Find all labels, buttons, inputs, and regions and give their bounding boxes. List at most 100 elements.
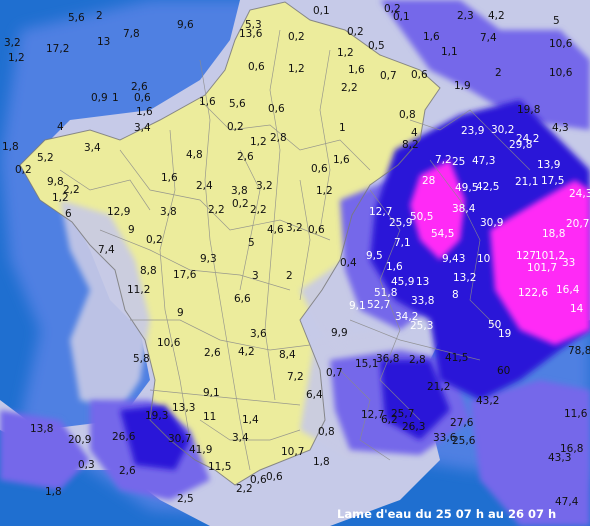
rain-value: 15,1 xyxy=(355,358,378,370)
rain-value: 9,43 xyxy=(442,253,465,265)
rain-value: 14 xyxy=(570,303,584,315)
rain-value: 1,6 xyxy=(423,31,440,43)
rain-value: 8,2 xyxy=(402,139,419,151)
rain-value: 7,8 xyxy=(123,28,140,40)
rain-value: 0,9 xyxy=(91,92,108,104)
rain-value: 43,2 xyxy=(476,395,499,407)
rain-value: 0,6 xyxy=(311,163,328,175)
rain-value: 17,5 xyxy=(541,175,564,187)
rain-value: 25 xyxy=(452,156,465,168)
rain-value: 11 xyxy=(203,411,216,423)
rain-value: 27,6 xyxy=(450,417,474,429)
rain-value: 21,2 xyxy=(427,381,450,393)
rain-value: 8 xyxy=(452,289,459,301)
rain-value: 9 xyxy=(128,224,135,236)
rain-value: 17,6 xyxy=(173,269,197,281)
rain-value: 28 xyxy=(422,175,435,187)
rain-value: 0,7 xyxy=(326,367,343,379)
rain-value: 3,6 xyxy=(250,328,267,340)
rain-value: 1,8 xyxy=(45,486,62,498)
rain-value: 0,1 xyxy=(393,11,410,23)
rain-value: 47,3 xyxy=(472,155,495,167)
rain-value: 0,8 xyxy=(318,426,335,438)
rain-value: 10,7 xyxy=(281,446,304,458)
rain-value: 12,7 xyxy=(361,409,384,421)
rain-value: 19,8 xyxy=(517,104,540,116)
rain-value: 2,6 xyxy=(204,347,221,359)
rain-value: 30,2 xyxy=(491,124,514,136)
rain-value: 0,6 xyxy=(266,471,283,483)
rain-value: 20,9 xyxy=(68,434,91,446)
rain-value: 51,8 xyxy=(374,287,397,299)
rain-value: 47,4 xyxy=(555,496,579,508)
rain-value: 1,2 xyxy=(8,52,25,64)
rain-value: 4,2 xyxy=(238,346,255,358)
rain-value: 9,6 xyxy=(177,19,194,31)
rain-value: 3,4 xyxy=(232,432,249,444)
rain-value: 38,4 xyxy=(452,203,476,215)
rain-value: 0,2 xyxy=(232,198,249,210)
rain-value: 11,2 xyxy=(127,284,150,296)
rain-value: 7,4 xyxy=(98,244,115,256)
rain-value: 0,4 xyxy=(340,257,357,269)
rain-value: 10,6 xyxy=(549,38,573,50)
rain-value: 0,6 xyxy=(308,224,325,236)
rain-value: 9 xyxy=(177,307,184,319)
rain-value: 0,7 xyxy=(380,70,397,82)
rain-value: 0,6 xyxy=(268,103,285,115)
rain-value: 54,5 xyxy=(431,228,454,240)
rain-value: 5 xyxy=(248,237,255,249)
rain-value: 101,7 xyxy=(527,262,557,274)
rain-value: 1,2 xyxy=(316,185,333,197)
rain-value: 1,6 xyxy=(199,96,216,108)
rain-value: 0,3 xyxy=(78,459,95,471)
rain-value: 3,2 xyxy=(256,180,273,192)
rain-value: 0,2 xyxy=(15,164,32,176)
rain-value: 2 xyxy=(96,10,103,22)
rain-value: 0,6 xyxy=(411,69,428,81)
rain-value: 8,4 xyxy=(279,349,296,361)
rain-value: 23,9 xyxy=(461,125,484,137)
rain-value: 4 xyxy=(57,121,64,133)
rain-value: 7,1 xyxy=(394,237,411,249)
rain-value: 19,3 xyxy=(145,410,168,422)
rain-value: 4,3 xyxy=(552,122,569,134)
rain-value: 49,5 xyxy=(455,182,478,194)
rain-value: 2,8 xyxy=(270,132,287,144)
rain-value: 60 xyxy=(497,365,510,377)
rain-value: 30,7 xyxy=(168,433,191,445)
rain-value: 1,2 xyxy=(288,63,305,75)
rain-value: 7,2 xyxy=(435,154,452,166)
rain-value: 2,2 xyxy=(341,82,358,94)
rain-value: 13,3 xyxy=(172,402,195,414)
rain-value: 9,1 xyxy=(349,300,366,312)
rain-value: 1,1 xyxy=(441,46,458,58)
rain-value: 12,9 xyxy=(107,206,130,218)
rain-value: 2,6 xyxy=(119,465,136,477)
rain-value: 5,6 xyxy=(68,12,85,24)
rain-value: 13,2 xyxy=(453,272,476,284)
rain-value: 0,2 xyxy=(146,234,163,246)
rain-value: 7,2 xyxy=(287,371,304,383)
rain-value: 26,3 xyxy=(402,421,425,433)
rain-value: 122,6 xyxy=(518,287,548,299)
rain-value: 0,1 xyxy=(313,5,330,17)
rain-value: 18,8 xyxy=(542,228,565,240)
rain-value: 24,3 xyxy=(569,188,590,200)
rain-value: 21,1 xyxy=(515,176,538,188)
rain-value: 25,7 xyxy=(391,408,414,420)
rain-value: 0,2 xyxy=(227,121,244,133)
rain-value: 33 xyxy=(562,257,575,269)
rain-value: 2,2 xyxy=(250,204,267,216)
rain-value: 1,2 xyxy=(250,136,267,148)
rain-value: 4 xyxy=(411,127,418,139)
rain-value: 4,6 xyxy=(267,224,284,236)
rain-value: 3,8 xyxy=(160,206,177,218)
rain-value: 16,4 xyxy=(556,284,580,296)
rain-value: 0,8 xyxy=(399,109,416,121)
rain-value: 10 xyxy=(477,253,490,265)
rain-value: 13,9 xyxy=(537,159,560,171)
map-caption: Lame d'eau du 25 07 h au 26 07 h xyxy=(337,507,556,521)
rain-value: 9,8 xyxy=(47,176,64,188)
rain-value: 0,2 xyxy=(347,26,364,38)
